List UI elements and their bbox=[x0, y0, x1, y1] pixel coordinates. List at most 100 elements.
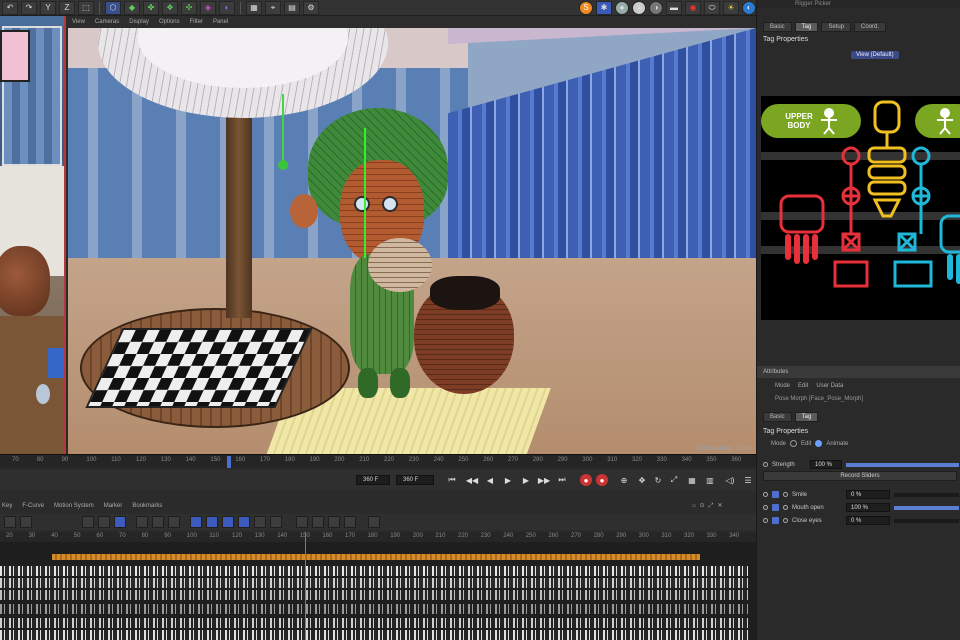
timeline-tool-button[interactable] bbox=[82, 516, 94, 528]
morph-value-field[interactable]: 0 % bbox=[846, 490, 890, 499]
mode-animate-radio[interactable] bbox=[815, 440, 823, 447]
rig-picker-canvas[interactable]: UPPER BODY bbox=[761, 96, 960, 320]
morph-enable-checkbox[interactable] bbox=[772, 491, 779, 498]
go-to-end-icon[interactable]: ⏭ bbox=[556, 474, 568, 486]
morph-slider[interactable] bbox=[894, 492, 959, 497]
move-icon[interactable]: ⬡ bbox=[105, 0, 121, 15]
strength-field[interactable]: 100 % bbox=[810, 460, 842, 469]
viewport-menu-panel[interactable]: Panel bbox=[213, 19, 228, 25]
dopesheet-track[interactable] bbox=[0, 566, 748, 576]
timeline-tool-button[interactable] bbox=[222, 516, 234, 528]
dopesheet-track[interactable] bbox=[0, 618, 748, 628]
dopesheet-ruler[interactable]: 2030405060708090100110120130140150160170… bbox=[0, 532, 756, 542]
viewport-menu-cameras[interactable]: Cameras bbox=[95, 19, 119, 25]
keyframe-selection-icon[interactable]: ⊕ bbox=[618, 474, 630, 486]
viewport-menu-view[interactable]: View bbox=[72, 19, 85, 25]
morph-keyframe-dot[interactable] bbox=[783, 518, 788, 523]
play-icon[interactable]: ▶ bbox=[502, 474, 514, 486]
viewport-menu-display[interactable]: Display bbox=[129, 19, 149, 25]
go-to-start-icon[interactable]: ⏮ bbox=[446, 474, 458, 486]
cube-icon[interactable]: ◆ bbox=[124, 0, 140, 15]
key-scale-icon[interactable]: ⤢ bbox=[668, 474, 680, 486]
playback-mode-icon[interactable]: ◁) bbox=[724, 474, 736, 486]
morph-value-field[interactable]: 100 % bbox=[846, 503, 890, 512]
sun-icon[interactable]: ☀ bbox=[723, 0, 739, 15]
attr-tab-tag[interactable]: Tag bbox=[794, 412, 819, 422]
timeline-tool-button[interactable] bbox=[270, 516, 282, 528]
tab-tag[interactable]: Tag bbox=[794, 22, 819, 32]
next-frame-icon[interactable]: ▶ bbox=[520, 474, 532, 486]
toggle-icon[interactable]: ⬭ bbox=[704, 0, 720, 15]
timeline-menu-fcurve[interactable]: F-Curve bbox=[22, 500, 44, 512]
scripting-icon[interactable]: S bbox=[579, 0, 593, 15]
end-frame-field[interactable]: 360 F bbox=[396, 475, 434, 485]
render-region-icon[interactable]: ▤ bbox=[284, 0, 300, 15]
timeline-expand-icon[interactable]: ⤢ bbox=[709, 500, 714, 512]
redo-button[interactable]: ↷ bbox=[21, 0, 37, 15]
timeline-tool-button[interactable] bbox=[238, 516, 250, 528]
timeline-tool-button[interactable] bbox=[328, 516, 340, 528]
generator-icon[interactable]: ❖ bbox=[162, 0, 178, 15]
morph-keyframe-dot[interactable] bbox=[783, 505, 788, 510]
timeline-settings-icon[interactable]: ☰ bbox=[742, 474, 754, 486]
dopesheet-playhead[interactable] bbox=[305, 532, 306, 640]
timeline-tool-button[interactable] bbox=[344, 516, 356, 528]
shader-icon[interactable]: ◑ bbox=[649, 0, 663, 15]
axis-z-button[interactable]: Z bbox=[59, 0, 75, 15]
secondary-viewport[interactable] bbox=[0, 16, 66, 454]
morph-anim-dot[interactable] bbox=[763, 505, 768, 510]
morph-keyframe-dot[interactable] bbox=[783, 492, 788, 497]
perspective-viewport[interactable]: Grid Spacing: 10 cm bbox=[68, 28, 756, 454]
timeline-tool-button[interactable] bbox=[254, 516, 266, 528]
attributes-menu-edit[interactable]: Edit bbox=[798, 380, 808, 392]
autokey-icon[interactable]: ● bbox=[596, 474, 608, 486]
dopesheet-tracks[interactable] bbox=[0, 542, 756, 640]
timeline-tool-button[interactable] bbox=[114, 516, 126, 528]
key-rotation-icon[interactable]: ↻ bbox=[652, 474, 664, 486]
timeline-locate-icon[interactable]: ⊙ bbox=[700, 500, 705, 512]
morph-anim-dot[interactable] bbox=[763, 492, 768, 497]
dopesheet-track[interactable] bbox=[0, 604, 748, 614]
record-icon[interactable]: ● bbox=[580, 474, 592, 486]
morph-enable-checkbox[interactable] bbox=[772, 504, 779, 511]
timeline-menu-motion[interactable]: Motion System bbox=[54, 500, 94, 512]
timeline-playhead[interactable] bbox=[227, 456, 231, 468]
current-frame-field[interactable]: 360 F bbox=[356, 475, 390, 485]
record-sliders-button[interactable]: Record Sliders bbox=[763, 471, 957, 481]
morph-enable-checkbox[interactable] bbox=[772, 517, 779, 524]
settings-gear-icon[interactable]: ⚙ bbox=[303, 0, 319, 15]
dopesheet-track[interactable] bbox=[52, 554, 700, 560]
timeline-tool-button[interactable] bbox=[190, 516, 202, 528]
attributes-menu-mode[interactable]: Mode bbox=[775, 380, 790, 392]
attributes-menu-userdata[interactable]: User Data bbox=[816, 380, 843, 392]
timeline-menu-bookmarks[interactable]: Bookmarks bbox=[132, 500, 162, 512]
key-pla-icon[interactable]: ▥ bbox=[704, 474, 716, 486]
timeline-close-icon[interactable]: ✕ bbox=[717, 500, 722, 512]
tab-basic[interactable]: Basic bbox=[763, 22, 792, 32]
viewport-menu-filter[interactable]: Filter bbox=[190, 19, 203, 25]
timeline-menu-marker[interactable]: Marker bbox=[104, 500, 123, 512]
dopesheet-track[interactable] bbox=[0, 578, 748, 588]
tab-coord[interactable]: Coord. bbox=[854, 22, 887, 32]
plugin-icon[interactable]: ✱ bbox=[596, 0, 612, 15]
previous-frame-icon[interactable]: ◀ bbox=[484, 474, 496, 486]
timeline-tool-button[interactable] bbox=[168, 516, 180, 528]
spline-icon[interactable]: ✤ bbox=[143, 0, 159, 15]
strength-keyframe-dot[interactable] bbox=[763, 462, 768, 467]
timeline-tool-button[interactable] bbox=[206, 516, 218, 528]
timeline-tool-button[interactable] bbox=[368, 516, 380, 528]
timeline-tool-button[interactable] bbox=[4, 516, 16, 528]
selection-button[interactable]: ⬚ bbox=[78, 0, 94, 15]
previous-key-icon[interactable]: ◀◀ bbox=[466, 474, 478, 486]
axis-y-button[interactable]: Y bbox=[40, 0, 56, 15]
timeline-menu-key[interactable]: Key bbox=[2, 500, 12, 512]
dopesheet-track[interactable] bbox=[0, 590, 748, 600]
key-position-icon[interactable]: ✥ bbox=[636, 474, 648, 486]
timeline-tool-button[interactable] bbox=[312, 516, 324, 528]
view-default-button[interactable]: View (Default) bbox=[851, 51, 899, 59]
viewport-menu-options[interactable]: Options bbox=[159, 19, 180, 25]
timeline-tool-button[interactable] bbox=[152, 516, 164, 528]
timeline-tool-button[interactable] bbox=[136, 516, 148, 528]
effector-icon[interactable]: ◐ bbox=[219, 0, 235, 15]
timeline-ruler[interactable]: 70 80 90 100 110 120 130 140 150 160 170 180 190 200 2… bbox=[0, 454, 756, 468]
